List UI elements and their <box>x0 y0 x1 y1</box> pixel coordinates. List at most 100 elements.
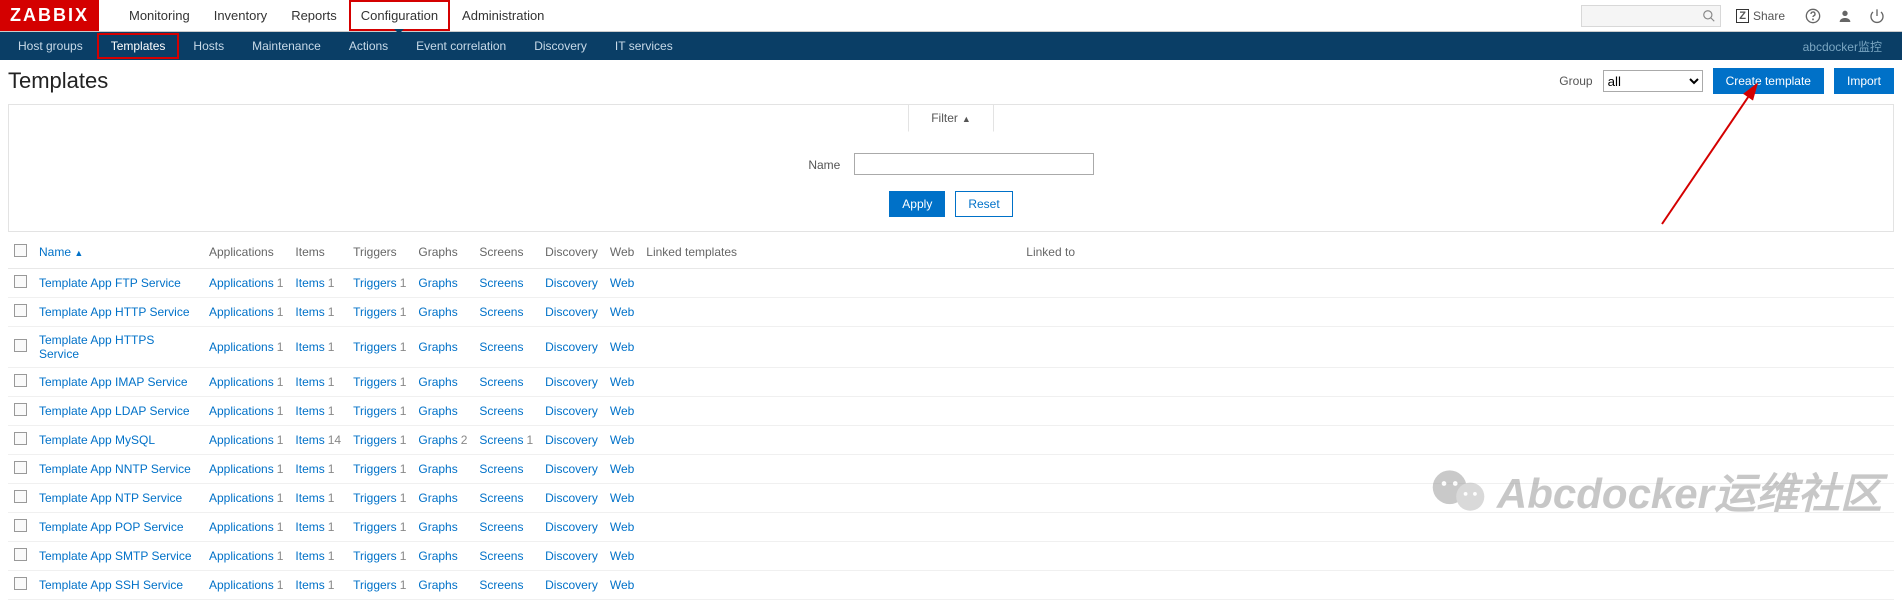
discovery-link[interactable]: Discovery <box>545 340 598 354</box>
help-button[interactable] <box>1800 3 1826 29</box>
web-link[interactable]: Web <box>610 433 634 447</box>
subnav-actions[interactable]: Actions <box>335 33 402 59</box>
row-checkbox[interactable] <box>14 432 27 445</box>
screens-link[interactable]: Screens <box>479 433 523 447</box>
discovery-link[interactable]: Discovery <box>545 520 598 534</box>
web-link[interactable]: Web <box>610 305 634 319</box>
subnav-discovery[interactable]: Discovery <box>520 33 601 59</box>
triggers-link[interactable]: Triggers <box>353 549 397 563</box>
group-select[interactable]: all <box>1603 70 1703 92</box>
import-button[interactable]: Import <box>1834 68 1894 94</box>
template-name-link[interactable]: Template App LDAP Service <box>39 404 190 418</box>
screens-link[interactable]: Screens <box>479 375 523 389</box>
applications-link[interactable]: Applications <box>209 520 274 534</box>
web-link[interactable]: Web <box>610 491 634 505</box>
applications-link[interactable]: Applications <box>209 340 274 354</box>
web-link[interactable]: Web <box>610 549 634 563</box>
triggers-link[interactable]: Triggers <box>353 520 397 534</box>
applications-link[interactable]: Applications <box>209 462 274 476</box>
subnav-right-link[interactable]: 监控 <box>1858 40 1882 54</box>
screens-link[interactable]: Screens <box>479 578 523 592</box>
applications-link[interactable]: Applications <box>209 276 274 290</box>
applications-link[interactable]: Applications <box>209 404 274 418</box>
graphs-link[interactable]: Graphs <box>418 340 457 354</box>
filter-toggle-tab[interactable]: Filter▲ <box>908 104 994 132</box>
user-button[interactable] <box>1832 3 1858 29</box>
triggers-link[interactable]: Triggers <box>353 404 397 418</box>
apply-button[interactable]: Apply <box>889 191 945 217</box>
screens-link[interactable]: Screens <box>479 305 523 319</box>
template-name-link[interactable]: Template App SSH Service <box>39 578 183 592</box>
items-link[interactable]: Items <box>295 276 324 290</box>
web-link[interactable]: Web <box>610 375 634 389</box>
discovery-link[interactable]: Discovery <box>545 433 598 447</box>
graphs-link[interactable]: Graphs <box>418 549 457 563</box>
template-name-link[interactable]: Template App IMAP Service <box>39 375 188 389</box>
items-link[interactable]: Items <box>295 549 324 563</box>
global-search-input[interactable] <box>1581 5 1721 27</box>
template-name-link[interactable]: Template App MySQL <box>39 433 155 447</box>
triggers-link[interactable]: Triggers <box>353 305 397 319</box>
applications-link[interactable]: Applications <box>209 433 274 447</box>
subnav-hosts[interactable]: Hosts <box>179 33 238 59</box>
topnav-inventory[interactable]: Inventory <box>202 0 279 31</box>
template-name-link[interactable]: Template App NTP Service <box>39 491 182 505</box>
web-link[interactable]: Web <box>610 404 634 418</box>
row-checkbox[interactable] <box>14 577 27 590</box>
triggers-link[interactable]: Triggers <box>353 375 397 389</box>
filter-name-input[interactable] <box>854 153 1094 175</box>
items-link[interactable]: Items <box>295 340 324 354</box>
topnav-monitoring[interactable]: Monitoring <box>117 0 202 31</box>
row-checkbox[interactable] <box>14 461 27 474</box>
applications-link[interactable]: Applications <box>209 375 274 389</box>
row-checkbox[interactable] <box>14 339 27 352</box>
items-link[interactable]: Items <box>295 305 324 319</box>
items-link[interactable]: Items <box>295 404 324 418</box>
template-name-link[interactable]: Template App HTTPS Service <box>39 333 154 361</box>
row-checkbox[interactable] <box>14 403 27 416</box>
triggers-link[interactable]: Triggers <box>353 578 397 592</box>
discovery-link[interactable]: Discovery <box>545 462 598 476</box>
reset-button[interactable]: Reset <box>955 191 1012 217</box>
topnav-administration[interactable]: Administration <box>450 0 556 31</box>
items-link[interactable]: Items <box>295 375 324 389</box>
screens-link[interactable]: Screens <box>479 520 523 534</box>
items-link[interactable]: Items <box>295 491 324 505</box>
create-template-button[interactable]: Create template <box>1713 68 1824 94</box>
template-name-link[interactable]: Template App SMTP Service <box>39 549 192 563</box>
subnav-it-services[interactable]: IT services <box>601 33 687 59</box>
items-link[interactable]: Items <box>295 578 324 592</box>
graphs-link[interactable]: Graphs <box>418 578 457 592</box>
graphs-link[interactable]: Graphs <box>418 491 457 505</box>
row-checkbox[interactable] <box>14 304 27 317</box>
screens-link[interactable]: Screens <box>479 491 523 505</box>
topnav-configuration[interactable]: Configuration <box>349 0 450 31</box>
triggers-link[interactable]: Triggers <box>353 462 397 476</box>
discovery-link[interactable]: Discovery <box>545 549 598 563</box>
topnav-reports[interactable]: Reports <box>279 0 349 31</box>
web-link[interactable]: Web <box>610 340 634 354</box>
logout-button[interactable] <box>1864 3 1890 29</box>
web-link[interactable]: Web <box>610 462 634 476</box>
screens-link[interactable]: Screens <box>479 276 523 290</box>
applications-link[interactable]: Applications <box>209 491 274 505</box>
subnav-maintenance[interactable]: Maintenance <box>238 33 335 59</box>
col-header-name[interactable]: Name ▲ <box>33 236 203 269</box>
discovery-link[interactable]: Discovery <box>545 578 598 592</box>
graphs-link[interactable]: Graphs <box>418 375 457 389</box>
screens-link[interactable]: Screens <box>479 462 523 476</box>
subnav-templates[interactable]: Templates <box>97 33 180 59</box>
graphs-link[interactable]: Graphs <box>418 462 457 476</box>
discovery-link[interactable]: Discovery <box>545 375 598 389</box>
screens-link[interactable]: Screens <box>479 549 523 563</box>
template-name-link[interactable]: Template App NNTP Service <box>39 462 191 476</box>
template-name-link[interactable]: Template App POP Service <box>39 520 184 534</box>
discovery-link[interactable]: Discovery <box>545 276 598 290</box>
graphs-link[interactable]: Graphs <box>418 520 457 534</box>
items-link[interactable]: Items <box>295 433 324 447</box>
screens-link[interactable]: Screens <box>479 340 523 354</box>
applications-link[interactable]: Applications <box>209 549 274 563</box>
template-name-link[interactable]: Template App FTP Service <box>39 276 181 290</box>
web-link[interactable]: Web <box>610 578 634 592</box>
web-link[interactable]: Web <box>610 520 634 534</box>
